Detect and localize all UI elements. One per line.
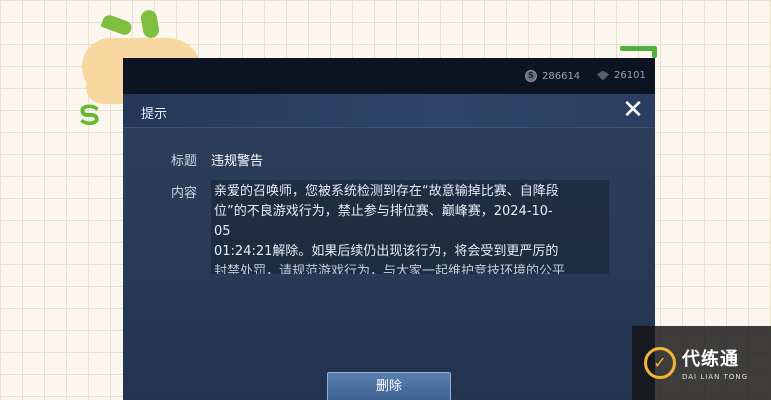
coin-amount: 286614	[542, 70, 581, 82]
dialog-title: 提示	[141, 107, 168, 122]
subject-label: 标题	[171, 154, 198, 169]
delete-button[interactable]: 删除	[327, 372, 451, 400]
green-marker-stroke	[620, 46, 656, 51]
message-line: 封禁处罚，请规范游戏行为，与大家一起维护竞技环境的公平	[214, 264, 566, 274]
green-marker-tick	[652, 46, 657, 58]
subject-value: 违规警告	[211, 154, 264, 169]
watermark-logo-icon: ✓	[644, 347, 676, 379]
dialog-header: 提示 ✕	[123, 94, 655, 128]
content-label: 内容	[171, 186, 198, 201]
leaf-doodle-upright	[139, 8, 161, 40]
coin-balance: S 286614	[525, 70, 580, 82]
leaf-doodle	[100, 13, 134, 37]
squiggle-doodle: ട	[78, 93, 99, 133]
watermark-subtitle: DAI LIAN TONG	[682, 373, 749, 381]
coin-icon: S	[525, 70, 537, 82]
close-icon[interactable]: ✕	[621, 97, 645, 123]
gem-icon	[597, 70, 609, 81]
message-line: 位”的不良游戏行为，禁止参与排位赛、巅峰赛，2024-10-	[214, 204, 553, 219]
message-line: 05	[214, 224, 231, 239]
gem-balance: 26101	[597, 70, 646, 81]
notice-dialog: 提示 ✕ 标题 违规警告 内容 亲爱的召唤师，您被系统检测到存在“故意输掉比赛、…	[123, 94, 655, 400]
game-window: S 286614 26101 提示 ✕ 标题 违规警告 内容 亲爱的召唤师，您被…	[123, 58, 655, 400]
message-line: 亲爱的召唤师，您被系统检测到存在“故意输掉比赛、自降段	[214, 184, 559, 199]
message-content-scroll[interactable]: 亲爱的召唤师，您被系统检测到存在“故意输掉比赛、自降段 位”的不良游戏行为，禁止…	[211, 180, 609, 274]
watermark: ✓ 代练通 DAI LIAN TONG	[632, 326, 771, 400]
resource-bar: S 286614 26101	[123, 58, 655, 94]
watermark-text: 代练通 DAI LIAN TONG	[682, 345, 748, 381]
watermark-brand: 代练通	[682, 349, 739, 370]
gem-amount: 26101	[614, 70, 646, 81]
message-line: 01:24:21解除。如果后续仍出现该行为，将会受到更严厉的	[214, 244, 559, 259]
